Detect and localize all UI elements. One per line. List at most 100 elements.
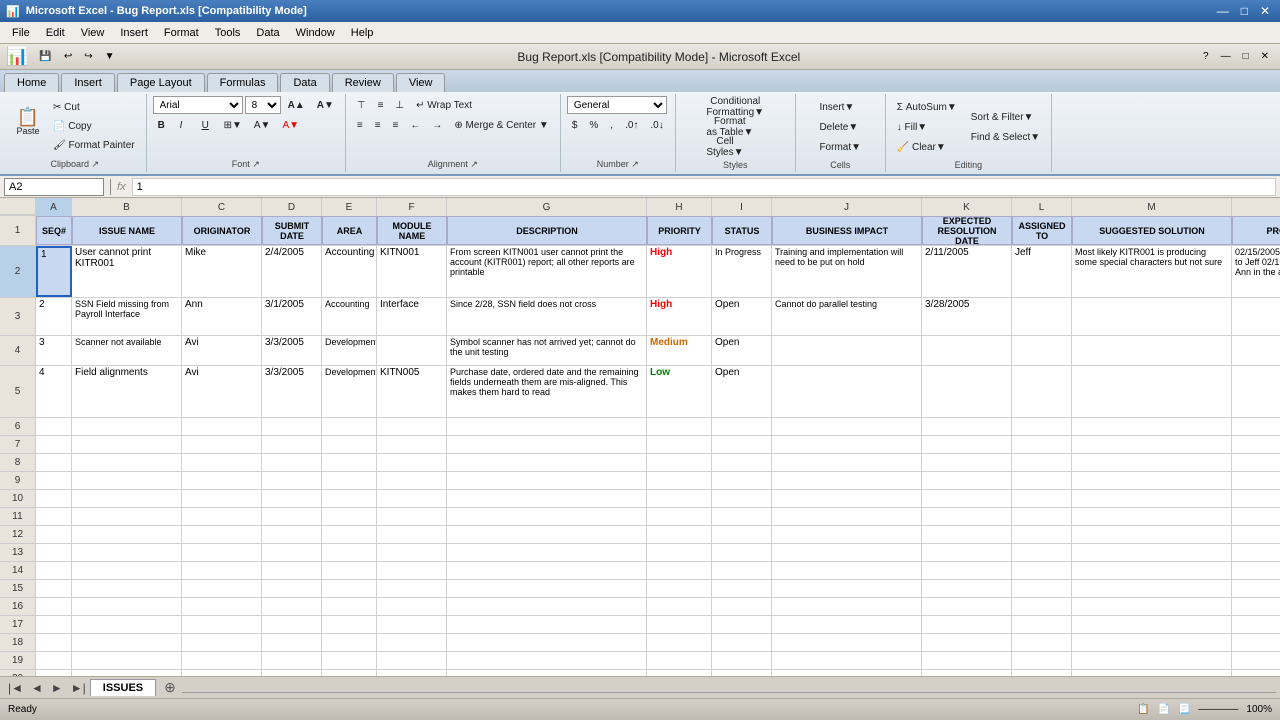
- cell-K3[interactable]: 3/28/2005: [922, 298, 1012, 335]
- row-header-5[interactable]: 5: [0, 366, 35, 418]
- col-header-K[interactable]: K: [922, 198, 1012, 216]
- indent-increase-button[interactable]: →: [427, 116, 447, 134]
- cell-E4[interactable]: Development: [322, 336, 377, 365]
- col-header-G[interactable]: G: [447, 198, 647, 216]
- cell-N5[interactable]: [1232, 366, 1280, 417]
- page-layout-view-button[interactable]: 📄: [1158, 704, 1170, 715]
- header-area[interactable]: AREA: [322, 216, 377, 245]
- cell-N3[interactable]: [1232, 298, 1280, 335]
- cell-I2[interactable]: In Progress: [712, 246, 772, 297]
- increase-font-button[interactable]: A▲: [283, 96, 310, 114]
- cell-I4[interactable]: Open: [712, 336, 772, 365]
- col-header-F[interactable]: F: [377, 198, 447, 216]
- tab-data[interactable]: Data: [280, 73, 329, 92]
- ribbon-minimize-button[interactable]: —: [1216, 48, 1236, 65]
- number-format-select[interactable]: General: [567, 96, 667, 114]
- cell-H4[interactable]: Medium: [647, 336, 712, 365]
- align-bottom-button[interactable]: ⊥: [390, 96, 409, 114]
- cell-B2[interactable]: User cannot print KITR001: [72, 246, 182, 297]
- header-business-impact[interactable]: BUSINESS IMPACT: [772, 216, 922, 245]
- header-status[interactable]: STATUS: [712, 216, 772, 245]
- cell-C3[interactable]: Ann: [182, 298, 262, 335]
- cell-J5[interactable]: [772, 366, 922, 417]
- cell-E5[interactable]: Development: [322, 366, 377, 417]
- menu-insert[interactable]: Insert: [112, 25, 156, 41]
- cell-E3[interactable]: Accounting: [322, 298, 377, 335]
- cell-E2[interactable]: Accounting: [322, 246, 377, 297]
- sheet-tab-insert-icon[interactable]: ⊕: [158, 677, 182, 698]
- save-button[interactable]: 💾: [34, 48, 56, 65]
- menu-edit[interactable]: Edit: [38, 25, 73, 41]
- undo-button[interactable]: ↩: [59, 48, 77, 65]
- title-bar-controls[interactable]: — □ ✕: [1213, 4, 1274, 18]
- row-header-3[interactable]: 3: [0, 298, 35, 336]
- tab-view[interactable]: View: [396, 73, 446, 92]
- align-center-button[interactable]: ≡: [370, 116, 386, 134]
- cell-I5[interactable]: Open: [712, 366, 772, 417]
- align-left-button[interactable]: ≡: [352, 116, 368, 134]
- number-expand-icon[interactable]: ↗: [631, 159, 639, 169]
- grid[interactable]: SEQ# ISSUE NAME ORIGINATOR SUBMIT DATE A…: [36, 216, 1280, 676]
- row-header-14[interactable]: 14: [0, 562, 35, 580]
- decrease-decimal-button[interactable]: .0↓: [645, 116, 668, 134]
- italic-button[interactable]: I: [175, 116, 195, 134]
- autosum-button[interactable]: Σ AutoSum▼: [892, 98, 962, 116]
- header-suggested-solution[interactable]: SUGGESTED SOLUTION: [1072, 216, 1232, 245]
- col-header-N[interactable]: N: [1232, 198, 1280, 216]
- header-seq[interactable]: SEQ#: [36, 216, 72, 245]
- cell-L2[interactable]: Jeff: [1012, 246, 1072, 297]
- table-row[interactable]: [36, 508, 1280, 526]
- currency-button[interactable]: $: [567, 116, 583, 134]
- clear-button[interactable]: 🧹 Clear▼: [892, 138, 962, 156]
- select-all-corner[interactable]: [0, 198, 36, 215]
- header-assigned-to[interactable]: ASSIGNED TO: [1012, 216, 1072, 245]
- zoom-slider[interactable]: ————: [1198, 704, 1238, 715]
- table-row[interactable]: 1 User cannot print KITR001 Mike 2/4/200…: [36, 246, 1280, 298]
- cell-G5[interactable]: Purchase date, ordered date and the rema…: [447, 366, 647, 417]
- percent-button[interactable]: %: [584, 116, 603, 134]
- header-submit-date[interactable]: SUBMIT DATE: [262, 216, 322, 245]
- format-as-table-button[interactable]: Formatas Table▼: [701, 118, 769, 136]
- table-row[interactable]: [36, 652, 1280, 670]
- cell-styles-button[interactable]: CellStyles▼: [701, 138, 769, 156]
- header-progress[interactable]: PROGRESS: [1232, 216, 1280, 245]
- formula-input[interactable]: [132, 178, 1276, 196]
- cell-A5[interactable]: 4: [36, 366, 72, 417]
- copy-button[interactable]: 📄 Copy: [48, 118, 140, 136]
- redo-button[interactable]: ↪: [79, 48, 97, 65]
- indent-decrease-button[interactable]: ←: [405, 116, 425, 134]
- underline-button[interactable]: U: [197, 116, 217, 134]
- row-header-11[interactable]: 11: [0, 508, 35, 526]
- cell-M3[interactable]: [1072, 298, 1232, 335]
- align-top-button[interactable]: ⊤: [352, 96, 371, 114]
- table-row[interactable]: 4 Field alignments Avi 3/3/2005 Developm…: [36, 366, 1280, 418]
- cell-N2[interactable]: 02/15/2005: Ann assigned to Jeff 02/16/2…: [1232, 246, 1280, 297]
- cell-F4[interactable]: [377, 336, 447, 365]
- wrap-text-button[interactable]: ↵ Wrap Text: [411, 96, 477, 114]
- menu-help[interactable]: Help: [343, 25, 382, 41]
- quick-access-dropdown[interactable]: ▼: [100, 48, 120, 65]
- header-expected-resolution[interactable]: EXPECTED RESOLUTION DATE: [922, 216, 1012, 245]
- table-row[interactable]: 3 Scanner not available Avi 3/3/2005 Dev…: [36, 336, 1280, 366]
- tab-formulas[interactable]: Formulas: [207, 73, 279, 92]
- ribbon-restore-button[interactable]: □: [1238, 48, 1254, 65]
- cell-D5[interactable]: 3/3/2005: [262, 366, 322, 417]
- table-row[interactable]: [36, 472, 1280, 490]
- grid-scroll-area[interactable]: 1 2 3 4 5 6 7 8 9 10 11 12 13 14 15 16 1…: [0, 216, 1280, 676]
- col-header-H[interactable]: H: [647, 198, 712, 216]
- table-row[interactable]: [36, 562, 1280, 580]
- row-header-13[interactable]: 13: [0, 544, 35, 562]
- header-issue-name[interactable]: ISSUE NAME: [72, 216, 182, 245]
- header-description[interactable]: DESCRIPTION: [447, 216, 647, 245]
- menu-window[interactable]: Window: [288, 25, 343, 41]
- tab-review[interactable]: Review: [332, 73, 394, 92]
- cell-K4[interactable]: [922, 336, 1012, 365]
- row-header-1[interactable]: 1: [0, 216, 35, 246]
- table-row[interactable]: [36, 490, 1280, 508]
- cell-C5[interactable]: Avi: [182, 366, 262, 417]
- header-originator[interactable]: ORIGINATOR: [182, 216, 262, 245]
- cell-F5[interactable]: KITN005: [377, 366, 447, 417]
- format-painter-button[interactable]: 🖌 Format Painter: [48, 137, 140, 155]
- merge-center-button[interactable]: ⊕ Merge & Center ▼: [449, 116, 553, 134]
- cell-J3[interactable]: Cannot do parallel testing: [772, 298, 922, 335]
